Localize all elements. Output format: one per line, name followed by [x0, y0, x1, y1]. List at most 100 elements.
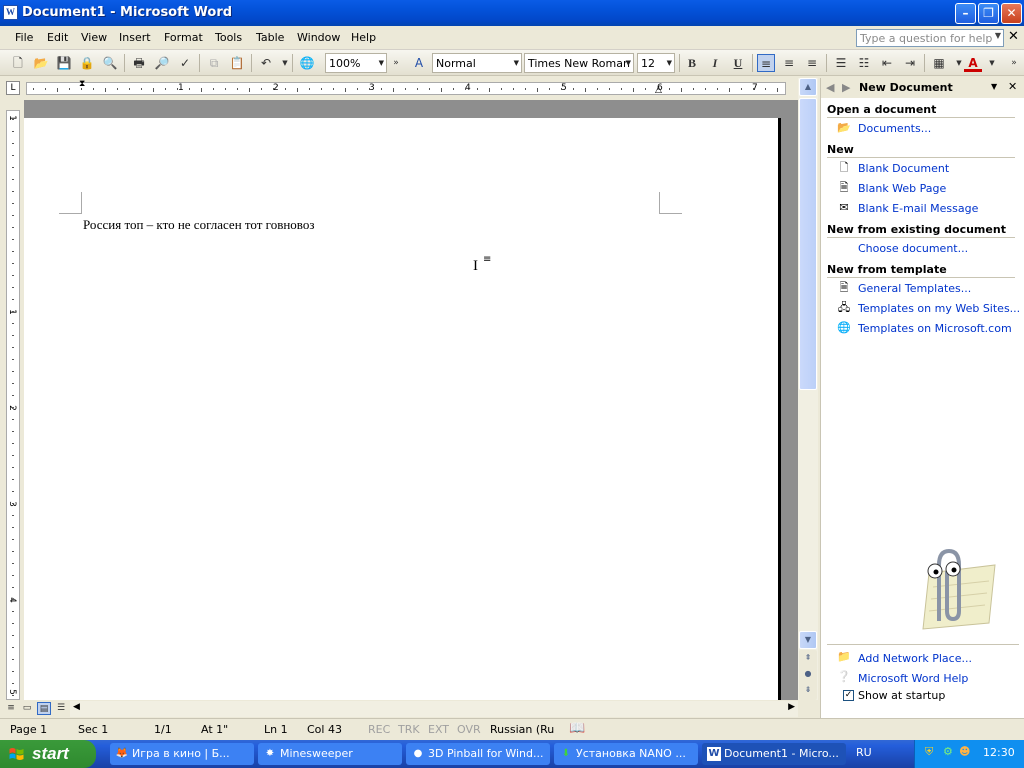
bullets-icon[interactable]: ☷: [855, 54, 873, 72]
close-button[interactable]: ✕: [1001, 3, 1022, 24]
status-ext[interactable]: EXT: [428, 723, 449, 736]
blank-web-page-link[interactable]: Blank Web Page: [858, 182, 946, 195]
tab-selector-button[interactable]: L: [6, 81, 20, 95]
title-bar[interactable]: W Document1 - Microsoft Word – ❐ ✕: [0, 0, 1024, 26]
restore-button[interactable]: ❐: [978, 3, 999, 24]
chevron-down-icon[interactable]: ▼: [667, 59, 672, 67]
status-trk[interactable]: TRK: [398, 723, 420, 736]
choose-document-link[interactable]: Choose document...: [858, 242, 968, 255]
numbering-icon[interactable]: ☰: [832, 54, 850, 72]
spelling-status-icon[interactable]: 📖: [569, 721, 585, 736]
task-pane-title[interactable]: New Document: [859, 81, 953, 94]
menu-help[interactable]: Help: [351, 31, 376, 44]
word-icon[interactable]: W: [3, 5, 18, 20]
menu-edit[interactable]: Edit: [47, 31, 68, 44]
security-shield-icon[interactable]: ⛨: [925, 745, 933, 759]
status-ovr[interactable]: OVR: [457, 723, 481, 736]
menu-view[interactable]: View: [81, 31, 107, 44]
undo-icon[interactable]: ↶: [257, 54, 275, 72]
documents-link[interactable]: Documents...: [858, 122, 931, 135]
document-page[interactable]: Россия топ – кто не согласен тот говново…: [24, 118, 781, 718]
back-arrow-icon[interactable]: ◀: [826, 81, 834, 94]
align-left-icon[interactable]: ≡: [757, 54, 775, 72]
vertical-scrollbar[interactable]: ▲ ▼ ⇞ ● ⇟: [798, 78, 818, 700]
decrease-indent-icon[interactable]: ⇤: [878, 54, 896, 72]
taskbar-item-active[interactable]: W Document1 - Micro...: [702, 743, 846, 765]
messenger-icon[interactable]: ☻: [959, 745, 970, 758]
chevron-down-icon[interactable]: ▼: [983, 54, 1001, 72]
word-help-link[interactable]: Microsoft Word Help: [858, 672, 968, 685]
blank-document-link[interactable]: Blank Document: [858, 162, 949, 175]
horizontal-scrollbar[interactable]: ◀ ▶: [70, 701, 798, 717]
taskbar-item[interactable]: ⬇ Установка NANO ...: [554, 743, 698, 765]
print-layout-icon[interactable]: ▤: [37, 702, 51, 715]
bold-button[interactable]: B: [683, 54, 701, 72]
underline-button[interactable]: U: [729, 54, 747, 72]
style-select[interactable]: Normal ▼: [432, 53, 522, 73]
menu-table[interactable]: Table: [256, 31, 284, 44]
next-page-icon[interactable]: ⇟: [799, 682, 817, 700]
menu-window[interactable]: Window: [297, 31, 340, 44]
minimize-button[interactable]: –: [955, 3, 976, 24]
menu-file[interactable]: File: [15, 31, 33, 44]
chevron-down-icon[interactable]: ▼: [991, 82, 997, 91]
ask-question-input[interactable]: Type a question for help ▼: [856, 29, 1004, 47]
microsoft-templates-link[interactable]: Templates on Microsoft.com: [858, 322, 1012, 335]
search-file-icon[interactable]: 🔍: [101, 54, 119, 72]
status-language[interactable]: Russian (Ru: [490, 723, 554, 736]
forward-arrow-icon[interactable]: ▶: [842, 81, 850, 94]
chevron-down-icon[interactable]: ▼: [379, 59, 384, 67]
toolbar-options-icon[interactable]: »: [1005, 54, 1023, 72]
save-icon[interactable]: 💾: [55, 54, 73, 72]
align-center-icon[interactable]: ≡: [780, 54, 798, 72]
normal-view-icon[interactable]: ≡: [4, 702, 18, 715]
open-folder-icon[interactable]: 📂: [32, 54, 50, 72]
language-indicator[interactable]: RU: [856, 746, 872, 759]
menu-format[interactable]: Format: [164, 31, 203, 44]
zoom-select[interactable]: 100% ▼: [325, 53, 387, 73]
scroll-up-icon[interactable]: ▲: [799, 78, 817, 96]
paste-icon[interactable]: 📋: [228, 54, 246, 72]
horizontal-ruler[interactable]: 1 2 3 4 5 6 7 ⧗ △: [26, 79, 786, 96]
show-startup-checkbox[interactable]: ✓: [843, 690, 854, 701]
office-assistant-clippy[interactable]: [899, 543, 999, 633]
font-size-select[interactable]: 12 ▼: [637, 53, 675, 73]
chevron-down-icon[interactable]: ▼: [995, 31, 1001, 40]
web-templates-link[interactable]: Templates on my Web Sites...: [858, 302, 1020, 315]
indent-marker-icon[interactable]: ⧗: [79, 79, 85, 90]
close-icon[interactable]: ✕: [1008, 80, 1017, 93]
align-right-icon[interactable]: ≡: [803, 54, 821, 72]
menu-insert[interactable]: Insert: [119, 31, 151, 44]
taskbar-item[interactable]: 🦊 Игра в кино | Б...: [110, 743, 254, 765]
spelling-icon[interactable]: ✓: [176, 54, 194, 72]
general-templates-link[interactable]: General Templates...: [858, 282, 971, 295]
vertical-ruler[interactable]: 1 1 2 3 4 5: [6, 110, 20, 700]
print-icon[interactable]: 🖶: [130, 54, 148, 72]
taskbar-item[interactable]: ✸ Minesweeper: [258, 743, 402, 765]
copy-icon[interactable]: ⧉: [205, 54, 223, 72]
chevron-down-icon[interactable]: ▼: [626, 59, 631, 67]
borders-icon[interactable]: ▦: [930, 54, 948, 72]
web-layout-icon[interactable]: ▭: [20, 702, 34, 715]
outline-view-icon[interactable]: ☰: [54, 702, 68, 715]
add-network-place-link[interactable]: Add Network Place...: [858, 652, 972, 665]
scroll-left-icon[interactable]: ◀: [73, 702, 80, 712]
start-button[interactable]: start: [0, 740, 96, 768]
styles-icon[interactable]: A: [410, 54, 428, 72]
scroll-down-icon[interactable]: ▼: [799, 631, 817, 649]
font-select[interactable]: Times New Roman ▼: [524, 53, 634, 73]
scroll-thumb[interactable]: [799, 98, 817, 390]
increase-indent-icon[interactable]: ⇥: [901, 54, 919, 72]
italic-button[interactable]: I: [706, 54, 724, 72]
status-rec[interactable]: REC: [368, 723, 390, 736]
right-indent-marker-icon[interactable]: △: [655, 85, 662, 96]
chevron-down-icon[interactable]: ▼: [514, 59, 519, 67]
font-color-icon[interactable]: A: [964, 54, 982, 72]
permission-icon[interactable]: 🔒: [78, 54, 96, 72]
toolbar-options-icon[interactable]: »: [387, 54, 405, 72]
document-text[interactable]: Россия топ – кто не согласен тот говново…: [83, 217, 314, 233]
menu-tools[interactable]: Tools: [215, 31, 242, 44]
network-icon[interactable]: ⚙: [943, 745, 953, 758]
globe-icon[interactable]: 🌐: [298, 54, 316, 72]
print-preview-icon[interactable]: 🔎: [153, 54, 171, 72]
